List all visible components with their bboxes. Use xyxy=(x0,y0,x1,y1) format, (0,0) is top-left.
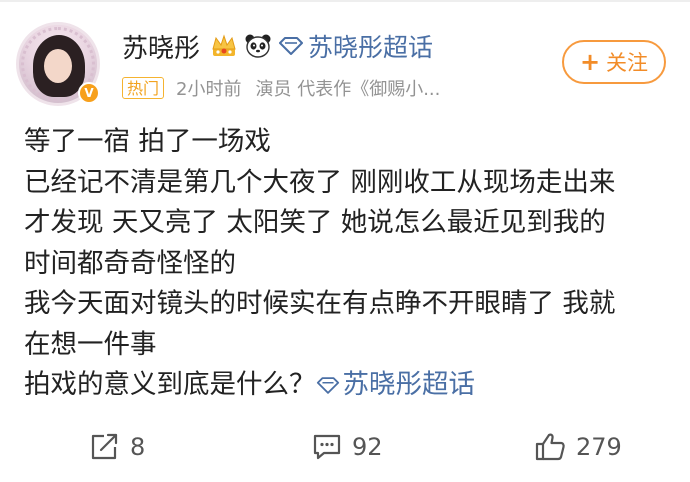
super-topic-diamond-icon xyxy=(278,37,304,55)
post-line: 我今天面对镜头的时候实在有点睁不开眼睛了 我就 xyxy=(24,288,616,319)
comment-count: 92 xyxy=(352,433,383,461)
comment-icon xyxy=(313,434,341,460)
comment-button[interactable]: 92 xyxy=(312,420,383,474)
super-topic-link[interactable]: 苏晓彤超话 xyxy=(308,28,433,64)
crown-icon xyxy=(210,34,238,58)
post-line: 已经记不清是第几个大夜了 刚刚收工从现场走出来 xyxy=(24,166,616,198)
post-header: V 苏晓彤 苏晓彤超话 热门 2小时前 演员 代表作《御赐小... + 关注 xyxy=(16,20,674,106)
post-line: 才发现 天又亮了 太阳笑了 她说怎么最近见到我的 xyxy=(24,207,606,238)
follow-label: 关注 xyxy=(606,51,649,75)
inline-topic-label: 苏晓彤超话 xyxy=(342,369,476,400)
like-count: 279 xyxy=(576,433,622,461)
repost-icon xyxy=(91,433,118,460)
action-bar: 8 92 279 xyxy=(0,420,690,474)
plus-icon: + xyxy=(579,48,601,76)
post-line: 时间都奇奇怪怪的 xyxy=(24,247,236,279)
post-time: 2小时前 xyxy=(176,79,242,100)
post-line-last: 拍戏的意义到底是什么？ 苏晓彤超话 xyxy=(24,365,674,406)
inline-super-topic-link[interactable]: 苏晓彤超话 xyxy=(316,369,476,400)
panda-icon xyxy=(244,33,272,59)
post-content: 等了一宿 拍了一场戏 已经记不清是第几个大夜了 刚刚收工从现场走出来 才发现 天… xyxy=(24,122,674,406)
author-description: 演员 代表作《御赐小... xyxy=(255,79,441,100)
post-line: 拍戏的意义到底是什么？ xyxy=(24,369,316,400)
top-divider xyxy=(0,0,690,2)
weibo-post-card: V 苏晓彤 苏晓彤超话 热门 2小时前 演员 代表作《御赐小... + 关注 等… xyxy=(0,0,690,482)
post-line: 等了一宿 拍了一场戏 xyxy=(24,126,271,157)
like-button[interactable]: 279 xyxy=(534,420,622,474)
author-row: 苏晓彤 苏晓彤超话 xyxy=(122,28,433,64)
hot-badge: 热门 xyxy=(122,77,165,99)
verified-badge-icon: V xyxy=(78,82,100,104)
post-line: 在想一件事 xyxy=(24,328,157,360)
author-name[interactable]: 苏晓彤 xyxy=(122,28,200,65)
follow-button[interactable]: + 关注 xyxy=(562,40,666,84)
super-topic-diamond-icon xyxy=(316,377,339,394)
meta-row: 热门 2小时前 演员 代表作《御赐小... xyxy=(122,74,440,102)
repost-count: 8 xyxy=(130,433,146,461)
repost-button[interactable]: 8 xyxy=(90,420,145,474)
thumbs-up-icon xyxy=(535,433,565,461)
